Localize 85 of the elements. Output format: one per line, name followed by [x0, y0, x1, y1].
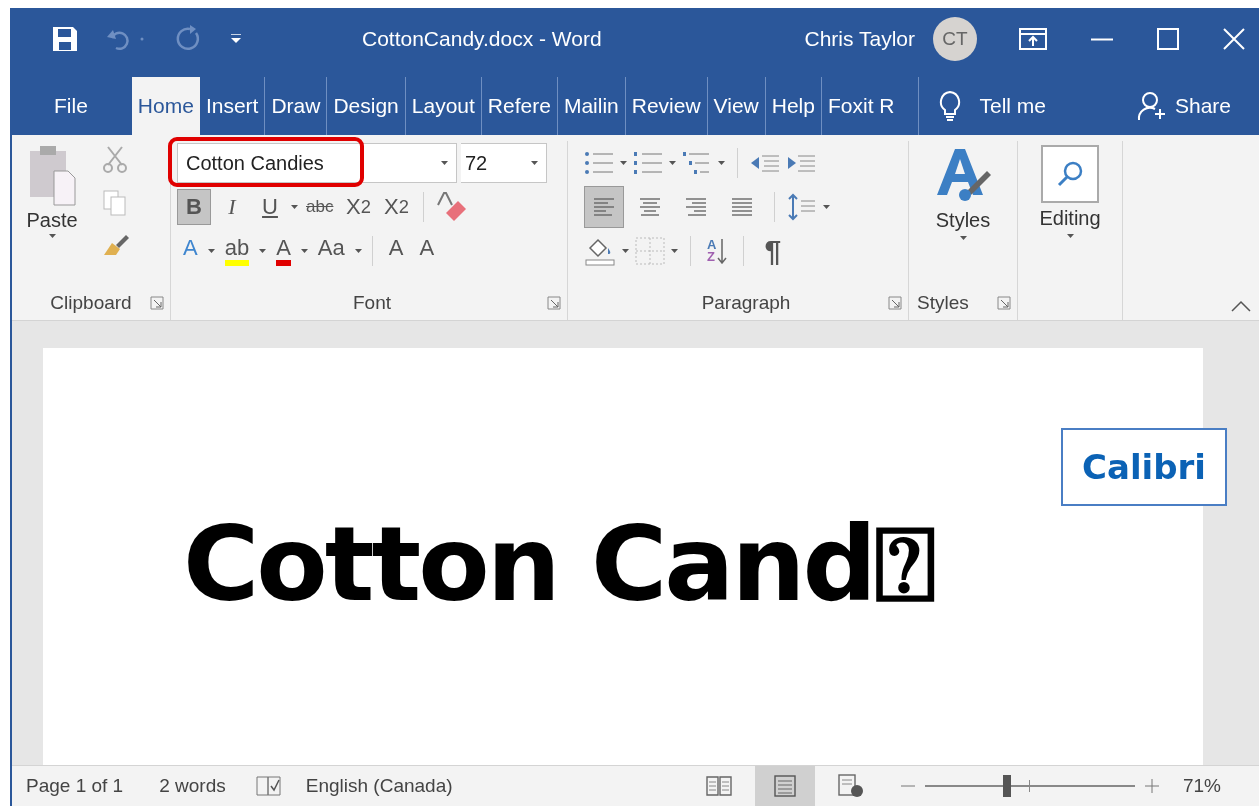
- text-lines-icon: [638, 196, 662, 218]
- dropdown-icon[interactable]: [671, 249, 678, 253]
- decrease-indent-icon[interactable]: [750, 152, 780, 174]
- close-icon[interactable]: [1223, 28, 1245, 50]
- font-color-button[interactable]: A: [270, 236, 297, 266]
- zoom-slider[interactable]: [924, 775, 1135, 797]
- increase-indent-icon[interactable]: [786, 152, 816, 174]
- dropdown-icon[interactable]: [1066, 234, 1074, 238]
- dropdown-icon[interactable]: [622, 249, 629, 253]
- dropdown-icon[interactable]: [354, 249, 362, 253]
- eraser-icon[interactable]: [434, 191, 469, 223]
- save-icon[interactable]: [52, 26, 78, 52]
- tell-me-search[interactable]: Tell me: [979, 94, 1046, 118]
- group-label: Clipboard: [50, 292, 132, 314]
- dropdown-icon[interactable]: [291, 205, 298, 209]
- ribbon-display-icon[interactable]: [1019, 28, 1047, 50]
- numbering-icon[interactable]: [633, 150, 663, 176]
- grow-button[interactable]: A: [382, 236, 410, 266]
- dropdown-icon[interactable]: [669, 161, 676, 165]
- dropdown-icon[interactable]: [959, 236, 967, 240]
- collapse-ribbon-icon[interactable]: [1231, 300, 1251, 312]
- dropdown-icon[interactable]: [207, 249, 215, 253]
- minimize-icon[interactable]: [1091, 37, 1113, 41]
- dropdown-icon[interactable]: [441, 161, 448, 165]
- strike-button[interactable]: abc: [302, 189, 338, 225]
- shrink-button[interactable]: A: [413, 236, 441, 266]
- dialog-launcher-icon[interactable]: [547, 296, 561, 310]
- italic-button[interactable]: I: [215, 189, 249, 225]
- search-icon: [1056, 160, 1084, 188]
- show-formatting-button[interactable]: ¶: [756, 234, 790, 268]
- person-add-icon: [1136, 91, 1167, 121]
- bold-button[interactable]: B: [177, 189, 211, 225]
- dialog-launcher-icon[interactable]: [150, 296, 164, 310]
- editing-button[interactable]: Editing: [1018, 141, 1122, 286]
- slider-thumb[interactable]: [1002, 775, 1011, 797]
- dialog-launcher-icon[interactable]: [997, 296, 1011, 310]
- maximize-icon[interactable]: [1157, 28, 1179, 50]
- down-arrow-icon: [717, 238, 728, 264]
- group-label: Font: [353, 292, 391, 314]
- word-count[interactable]: 2 words: [159, 775, 226, 797]
- ribbon-tab[interactable]: Insert: [199, 77, 265, 135]
- avatar[interactable]: CT: [933, 17, 977, 61]
- text-lines-icon: [592, 196, 616, 218]
- group-label: Styles: [917, 292, 969, 314]
- group-label: Paragraph: [701, 292, 791, 314]
- book-icon: [705, 775, 732, 797]
- underline-button[interactable]: U: [253, 189, 287, 225]
- dropdown-icon[interactable]: [823, 205, 830, 209]
- dropdown-icon[interactable]: [531, 161, 538, 165]
- ribbon-tab[interactable]: File: [12, 77, 132, 135]
- paste-button[interactable]: Paste: [12, 141, 92, 286]
- line-spacing-icon[interactable]: [787, 192, 817, 222]
- multilevel-list-icon[interactable]: [682, 150, 712, 176]
- dropdown-icon[interactable]: [300, 249, 308, 253]
- styles-button[interactable]: Styles: [909, 141, 1017, 286]
- text-lines-icon: [730, 196, 754, 218]
- shading-icon[interactable]: [584, 236, 616, 266]
- dropdown-icon[interactable]: [620, 161, 627, 165]
- sort-button[interactable]: A Z: [703, 238, 732, 264]
- web-page-icon: [837, 774, 864, 798]
- brush-icon[interactable]: [102, 233, 130, 257]
- dropdown-icon[interactable]: [259, 249, 267, 253]
- paste-dropdown-icon[interactable]: [48, 234, 56, 238]
- document-text: Cotton Cand⍰: [183, 503, 933, 626]
- page-count[interactable]: Page 1 of 1: [26, 775, 124, 797]
- proofing-icon[interactable]: [255, 775, 282, 797]
- page-icon: [773, 775, 796, 797]
- font-name-field[interactable]: Cotton Candies: [177, 143, 457, 183]
- lightbulb-icon[interactable]: [939, 91, 962, 121]
- share-button[interactable]: Share: [1136, 77, 1231, 135]
- window-title: CottonCandy.docx - Word: [362, 27, 602, 51]
- highlight-button[interactable]: ab: [218, 236, 256, 266]
- dropdown-icon[interactable]: [718, 161, 725, 165]
- font-size-field[interactable]: 72: [461, 143, 547, 183]
- font-callout: Calibri: [1061, 428, 1227, 506]
- text-lines-icon: [684, 196, 708, 218]
- customize-icon[interactable]: [230, 34, 242, 44]
- ribbon-tab[interactable]: Home: [131, 77, 200, 135]
- zoom-level[interactable]: 71%: [1182, 775, 1221, 797]
- language-indicator[interactable]: English (Canada): [305, 775, 453, 797]
- print-view-button[interactable]: [754, 766, 815, 806]
- user-name[interactable]: Chris Taylor: [804, 27, 915, 51]
- case-button[interactable]: Aa: [311, 236, 351, 266]
- bullets-icon[interactable]: [584, 150, 614, 176]
- dialog-launcher-icon[interactable]: [888, 296, 902, 310]
